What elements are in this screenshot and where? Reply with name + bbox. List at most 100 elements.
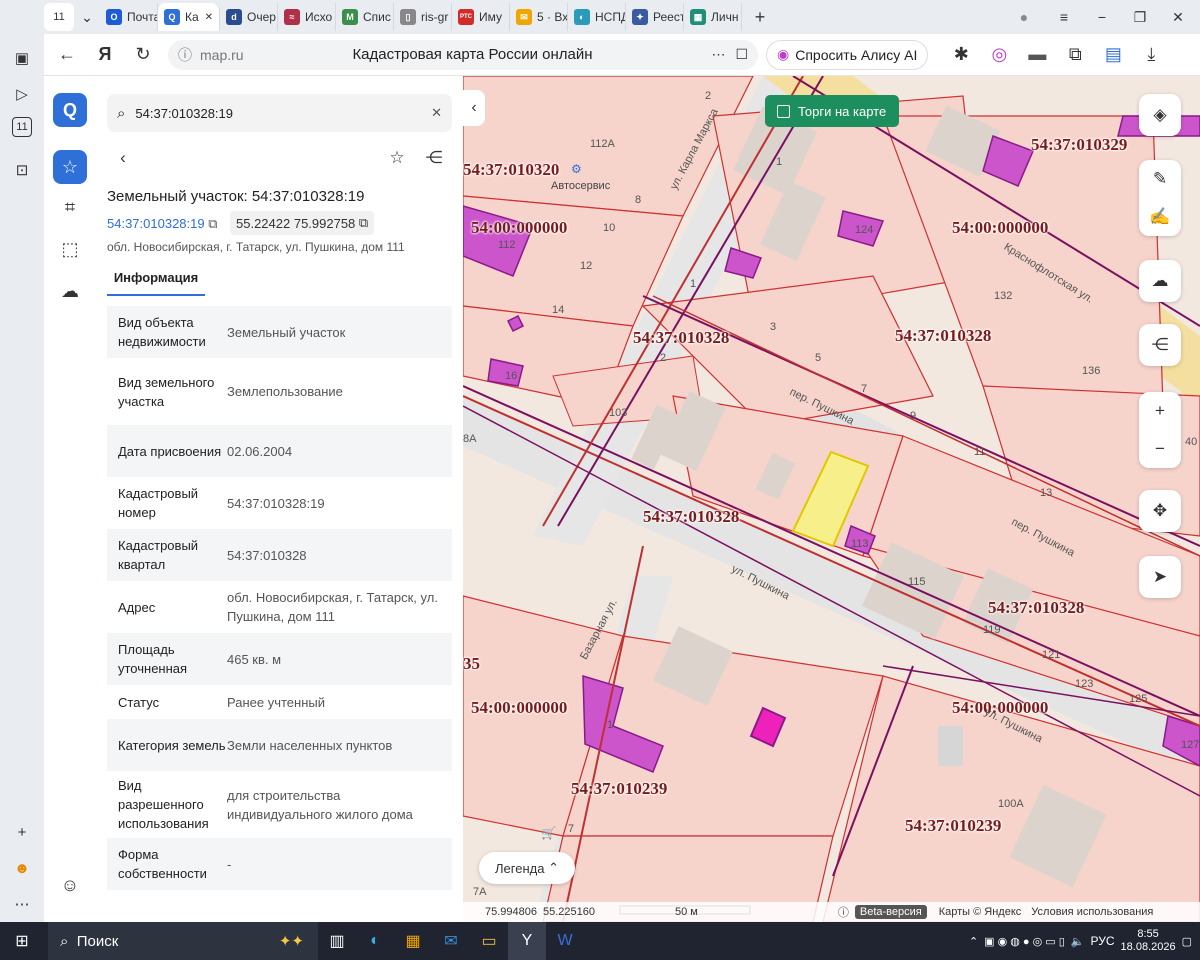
counter-badge-icon[interactable]: 11	[12, 117, 32, 137]
clock[interactable]: 8:55 18.08.2026	[1121, 928, 1176, 954]
restore-icon[interactable]: ❐	[1126, 3, 1154, 31]
tab[interactable]: РТС Иму	[452, 3, 510, 31]
url-field[interactable]: ⓘ map.ru Кадастровая карта России онлайн…	[168, 39, 758, 70]
layers-icon[interactable]: ◈	[1139, 94, 1181, 136]
house-number: 121	[1042, 649, 1061, 661]
new-tab-icon[interactable]: +	[746, 3, 774, 31]
autoservice-icon[interactable]: ⚙	[571, 162, 582, 176]
task-view-icon[interactable]: ▥	[318, 922, 356, 960]
coordinates-chip[interactable]: 55.22422 75.992758 ⧉	[230, 211, 375, 235]
tab[interactable]: O Почта	[100, 3, 158, 31]
close-window-icon[interactable]: ✕	[1164, 3, 1192, 31]
attribute-row: Адрес обл. Новосибирская, г. Татарск, ул.…	[107, 581, 452, 633]
map-view[interactable]: 54:37:010320 54:37:010329 54:00:000000 5…	[463, 76, 1200, 922]
smile-icon[interactable]: ☻	[8, 854, 36, 882]
zoom-out-icon[interactable]: −	[1155, 439, 1165, 459]
tab[interactable]: M Спис	[336, 3, 394, 31]
tab[interactable]: ✦ Реест	[626, 3, 684, 31]
word-icon[interactable]: W	[546, 922, 584, 960]
download-icon[interactable]: ⤓	[1132, 36, 1170, 74]
explorer-icon[interactable]: ▭	[470, 922, 508, 960]
alice-button[interactable]: ◉ Спросить Алису AI	[766, 39, 929, 70]
volume-icon[interactable]: 🔈	[1071, 935, 1085, 948]
bookmark-icon[interactable]: ☐	[735, 46, 748, 63]
tab-information[interactable]: Информация	[107, 268, 205, 296]
shop-icon[interactable]: 🛒	[541, 826, 556, 840]
app-logo-icon[interactable]: Q	[53, 93, 87, 127]
windows-start-icon[interactable]: ⊞	[0, 922, 44, 960]
cadastral-number-link[interactable]: 54:37:010328:19 ⧉	[107, 216, 218, 232]
ruler-icon[interactable]: ✎	[1153, 169, 1167, 189]
screenshot-icon[interactable]: ⊡	[8, 156, 36, 184]
yandex-browser-icon[interactable]: Y	[508, 922, 546, 960]
attribute-key: Площадь уточненная	[118, 642, 188, 676]
tab[interactable]: ▯ ris-gr	[394, 3, 452, 31]
site-side-nav: Q ☆ ⌗ ⬚ ☁ ☺	[44, 76, 96, 922]
edit-icon[interactable]: ✍	[1149, 207, 1170, 227]
terms-link[interactable]: Условия использования	[1031, 906, 1153, 918]
more-icon[interactable]: ⋯	[8, 890, 36, 918]
language-indicator[interactable]: РУС	[1091, 934, 1115, 948]
locate-icon[interactable]: ➤	[1139, 556, 1181, 598]
tab[interactable]: d Очер	[220, 3, 278, 31]
share-icon[interactable]: ⋲	[421, 145, 447, 171]
selection-icon[interactable]: ⬚	[53, 232, 87, 266]
profile-icon[interactable]: ●	[1010, 3, 1038, 31]
tab[interactable]: Q Ка ✕	[158, 3, 220, 31]
collections-icon[interactable]: ▣	[8, 44, 36, 72]
favorites-icon[interactable]: ☆	[53, 150, 87, 184]
tab-counter[interactable]: 11	[44, 3, 74, 31]
attribute-key: Вид земельного участка	[118, 374, 215, 409]
move-icon[interactable]: ✥	[1139, 490, 1181, 532]
polygon-icon[interactable]: ⌗	[53, 190, 87, 224]
play-icon[interactable]: ▷	[8, 80, 36, 108]
upload-icon[interactable]: ☁	[1139, 260, 1181, 302]
tray-chevron-icon[interactable]: ⌃	[969, 935, 978, 948]
tab-label: Иму	[479, 10, 503, 24]
auctions-toggle[interactable]: Торги на карте	[765, 95, 899, 127]
copy-icon[interactable]: ⧉	[359, 215, 368, 231]
star-icon[interactable]: ☆	[384, 145, 410, 171]
edge-icon[interactable]: ◐	[356, 922, 394, 960]
extension-circle-icon[interactable]: ◎	[980, 36, 1018, 74]
extension-doc-icon[interactable]: ▤	[1094, 36, 1132, 74]
search-input[interactable]: ⌕ 54:37:010328:19 ✕	[107, 94, 452, 132]
checkbox-icon[interactable]	[777, 104, 790, 118]
zoom-in-icon[interactable]: +	[1155, 401, 1165, 421]
share-map-icon[interactable]: ⋲	[1139, 324, 1181, 366]
reload-icon[interactable]: ↻	[124, 36, 162, 74]
tray-apps-icon[interactable]: ▣ ◉ ◍ ● ◎ ▭ ▯	[984, 935, 1065, 948]
tab[interactable]: ✉ 5 · Вх	[510, 3, 568, 31]
beta-badge[interactable]: Beta-версия	[854, 905, 927, 919]
copy-icon[interactable]: ⧉	[208, 216, 217, 231]
tab[interactable]: ▦ Личн	[684, 3, 742, 31]
site-info-icon[interactable]: ⓘ	[178, 45, 192, 65]
info-icon[interactable]: ⓘ	[838, 904, 849, 920]
close-tab-icon[interactable]: ✕	[205, 12, 213, 23]
taskbar-search[interactable]: ⌕ Поиск ✦✦	[48, 922, 318, 960]
store-icon[interactable]: ▦	[394, 922, 432, 960]
menu-icon[interactable]: ≡	[1050, 3, 1078, 31]
collapse-panel-button[interactable]: ‹	[463, 90, 485, 126]
user-icon[interactable]: ☺	[53, 868, 87, 902]
attribute-value: 54:37:010328	[227, 547, 307, 563]
add-panel-icon[interactable]: +	[8, 818, 36, 846]
minimize-icon[interactable]: −	[1088, 3, 1116, 31]
chevron-down-icon[interactable]: ⌄	[74, 3, 100, 31]
back-button[interactable]: ‹	[110, 145, 136, 171]
notifications-icon[interactable]: ▢	[1182, 935, 1192, 948]
yandex-icon[interactable]: Я	[86, 36, 124, 74]
copyright[interactable]: Карты © Яндекс	[939, 906, 1022, 918]
extension-puzzle-icon[interactable]: ⧉	[1056, 36, 1094, 74]
extension-k-icon[interactable]: ✱	[942, 36, 980, 74]
extension-hat-icon[interactable]: ▬	[1018, 36, 1056, 74]
tab[interactable]: ◐ НСПД	[568, 3, 626, 31]
legend-button[interactable]: Легенда ⌃	[479, 852, 575, 884]
more-icon[interactable]: ⋯	[711, 46, 725, 63]
cloud-icon[interactable]: ☁	[53, 274, 87, 308]
clear-icon[interactable]: ✕	[431, 105, 442, 121]
mail-icon[interactable]: ✉	[432, 922, 470, 960]
tab[interactable]: ≈ Исхо	[278, 3, 336, 31]
attribute-value: Земельный участок	[227, 324, 346, 340]
back-icon[interactable]: ←	[48, 36, 86, 74]
